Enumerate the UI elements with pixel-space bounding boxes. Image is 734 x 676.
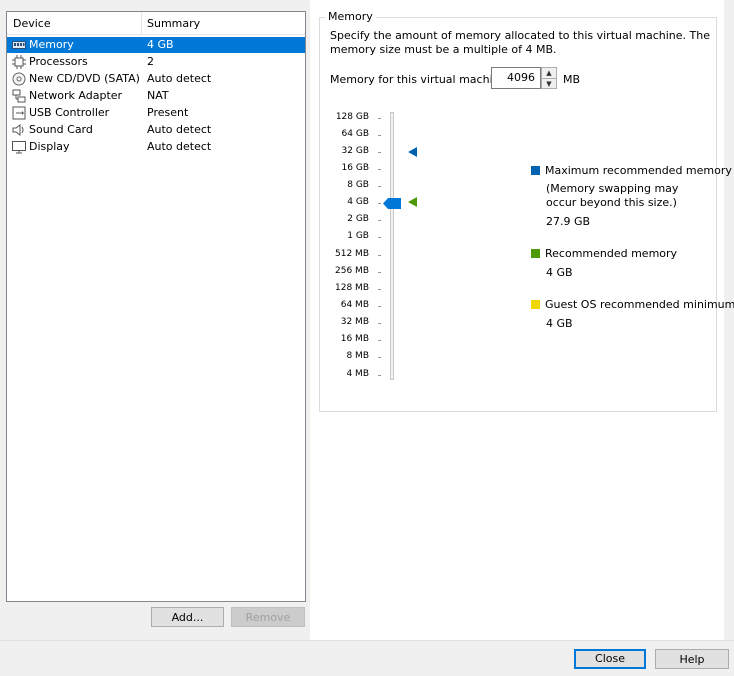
display-icon [12, 141, 26, 154]
device-row-cd-dvd[interactable]: New CD/DVD (SATA) Auto detect [7, 71, 305, 87]
recommended-swatch [531, 249, 540, 258]
scale-tick [378, 306, 381, 307]
device-row-usb-controller[interactable]: USB Controller Present [7, 105, 305, 121]
cd-dvd-icon [12, 72, 26, 86]
scale-label: 2 GB [347, 214, 369, 224]
recommended-label: Recommended memory [545, 247, 678, 260]
column-device[interactable]: Device [13, 17, 51, 30]
scale-label: 128 GB [335, 112, 369, 122]
max-recommended-marker-icon [408, 147, 417, 157]
scale-label: 256 MB [335, 266, 369, 276]
device-row-sound-card[interactable]: Sound Card Auto detect [7, 122, 305, 138]
memory-icon [12, 41, 26, 49]
max-recommended-label: Maximum recommended memory [545, 164, 732, 177]
memory-field-label: Memory for this virtual machine: [330, 73, 511, 86]
device-name: Sound Card [29, 123, 93, 136]
guest-min-value: 4 GB [546, 317, 573, 330]
guest-min-label: Guest OS recommended minimum [545, 298, 734, 311]
usb-controller-icon [12, 106, 26, 120]
scale-tick [378, 237, 381, 238]
scale-tick [378, 203, 381, 204]
device-summary: NAT [147, 89, 169, 102]
scale-tick [378, 340, 381, 341]
device-summary: Auto detect [147, 123, 212, 136]
device-row-display[interactable]: Display Auto detect [7, 139, 305, 155]
column-divider[interactable] [141, 12, 142, 34]
device-name: Display [29, 140, 70, 153]
scale-label: 8 MB [346, 351, 369, 361]
scale-tick [378, 323, 381, 324]
scale-label: 8 GB [347, 180, 369, 190]
scale-label: 32 GB [341, 146, 369, 156]
device-row-processors[interactable]: Processors 2 [7, 54, 305, 70]
device-summary: Present [147, 106, 189, 119]
device-name: Processors [29, 55, 88, 68]
memory-slider-thumb[interactable] [383, 198, 401, 209]
device-row-network-adapter[interactable]: Network Adapter NAT [7, 88, 305, 104]
device-name: Network Adapter [29, 89, 123, 102]
scale-tick [378, 152, 381, 153]
help-button[interactable]: Help [655, 649, 729, 669]
scale-tick [378, 220, 381, 221]
sound-card-icon [12, 124, 24, 136]
device-name: Memory [29, 38, 74, 51]
scale-tick [378, 118, 381, 119]
scale-tick [378, 375, 381, 376]
device-name: New CD/DVD (SATA) [29, 72, 140, 85]
add-button[interactable]: Add... [151, 607, 224, 627]
scale-label: 4 GB [347, 197, 369, 207]
scale-label: 64 GB [341, 129, 369, 139]
memory-description: Specify the amount of memory allocated t… [330, 29, 710, 56]
scale-label: 16 MB [340, 334, 369, 344]
device-list[interactable]: Device Summary Memory 4 GB Processors 2 … [6, 11, 306, 602]
memory-slider-track[interactable] [390, 112, 394, 380]
device-row-memory[interactable]: Memory 4 GB [7, 37, 305, 53]
column-summary[interactable]: Summary [147, 17, 200, 30]
close-button[interactable]: Close [574, 649, 646, 669]
memory-group-title: Memory [325, 10, 376, 23]
memory-spinner[interactable]: ▲ ▼ [541, 67, 557, 89]
scale-label: 1 GB [347, 231, 369, 241]
device-name: USB Controller [29, 106, 110, 119]
memory-size-input[interactable]: 4096 [491, 67, 541, 89]
scale-tick [378, 169, 381, 170]
scale-tick [378, 255, 381, 256]
spin-down-icon[interactable]: ▼ [542, 78, 556, 89]
device-list-header: Device Summary [7, 12, 305, 35]
device-summary: Auto detect [147, 140, 212, 153]
scale-tick [378, 135, 381, 136]
device-summary: 2 [147, 55, 154, 68]
scale-tick [378, 289, 381, 290]
scale-label: 16 GB [341, 163, 369, 173]
memory-unit: MB [563, 73, 581, 86]
max-recommended-note: (Memory swapping may [546, 182, 679, 195]
scale-tick [378, 186, 381, 187]
recommended-value: 4 GB [546, 266, 573, 279]
scale-label: 32 MB [340, 317, 369, 327]
spin-up-icon[interactable]: ▲ [542, 68, 556, 78]
scale-label: 4 MB [346, 369, 369, 379]
recommended-marker-icon [408, 197, 417, 207]
scale-tick [378, 272, 381, 273]
scale-label: 64 MB [340, 300, 369, 310]
processor-icon [12, 55, 26, 69]
remove-button[interactable]: Remove [231, 607, 305, 627]
device-summary: 4 GB [147, 38, 174, 51]
guest-min-swatch [531, 300, 540, 309]
scale-label: 128 MB [335, 283, 369, 293]
network-adapter-icon [12, 89, 26, 103]
device-summary: Auto detect [147, 72, 212, 85]
scale-label: 512 MB [335, 249, 369, 259]
scale-tick [378, 357, 381, 358]
max-recommended-value: 27.9 GB [546, 215, 591, 228]
max-recommended-swatch [531, 166, 540, 175]
window-edge [724, 0, 734, 640]
max-recommended-note: occur beyond this size.) [546, 196, 677, 209]
